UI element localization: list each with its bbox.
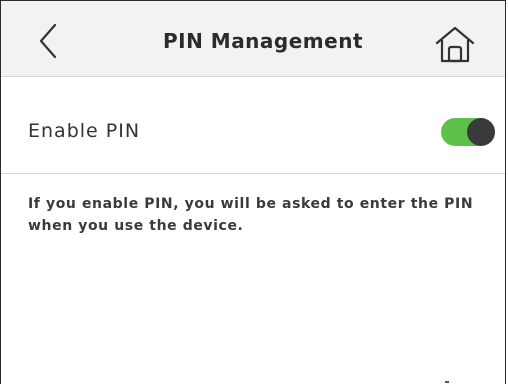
divider-mark [445, 381, 449, 383]
enable-pin-row: Enable PIN [1, 77, 505, 174]
enable-pin-toggle[interactable] [441, 118, 495, 146]
pin-description: If you enable PIN, you will be asked to … [28, 196, 474, 234]
toggle-knob [467, 118, 495, 146]
page-title: PIN Management [162, 29, 364, 53]
top-bar: PIN Management [1, 1, 505, 77]
pin-management-screen: PIN Management Enable PIN If you enable … [0, 0, 506, 384]
enable-pin-label: Enable PIN [28, 120, 141, 142]
home-button[interactable] [433, 23, 477, 67]
home-icon [435, 26, 475, 63]
